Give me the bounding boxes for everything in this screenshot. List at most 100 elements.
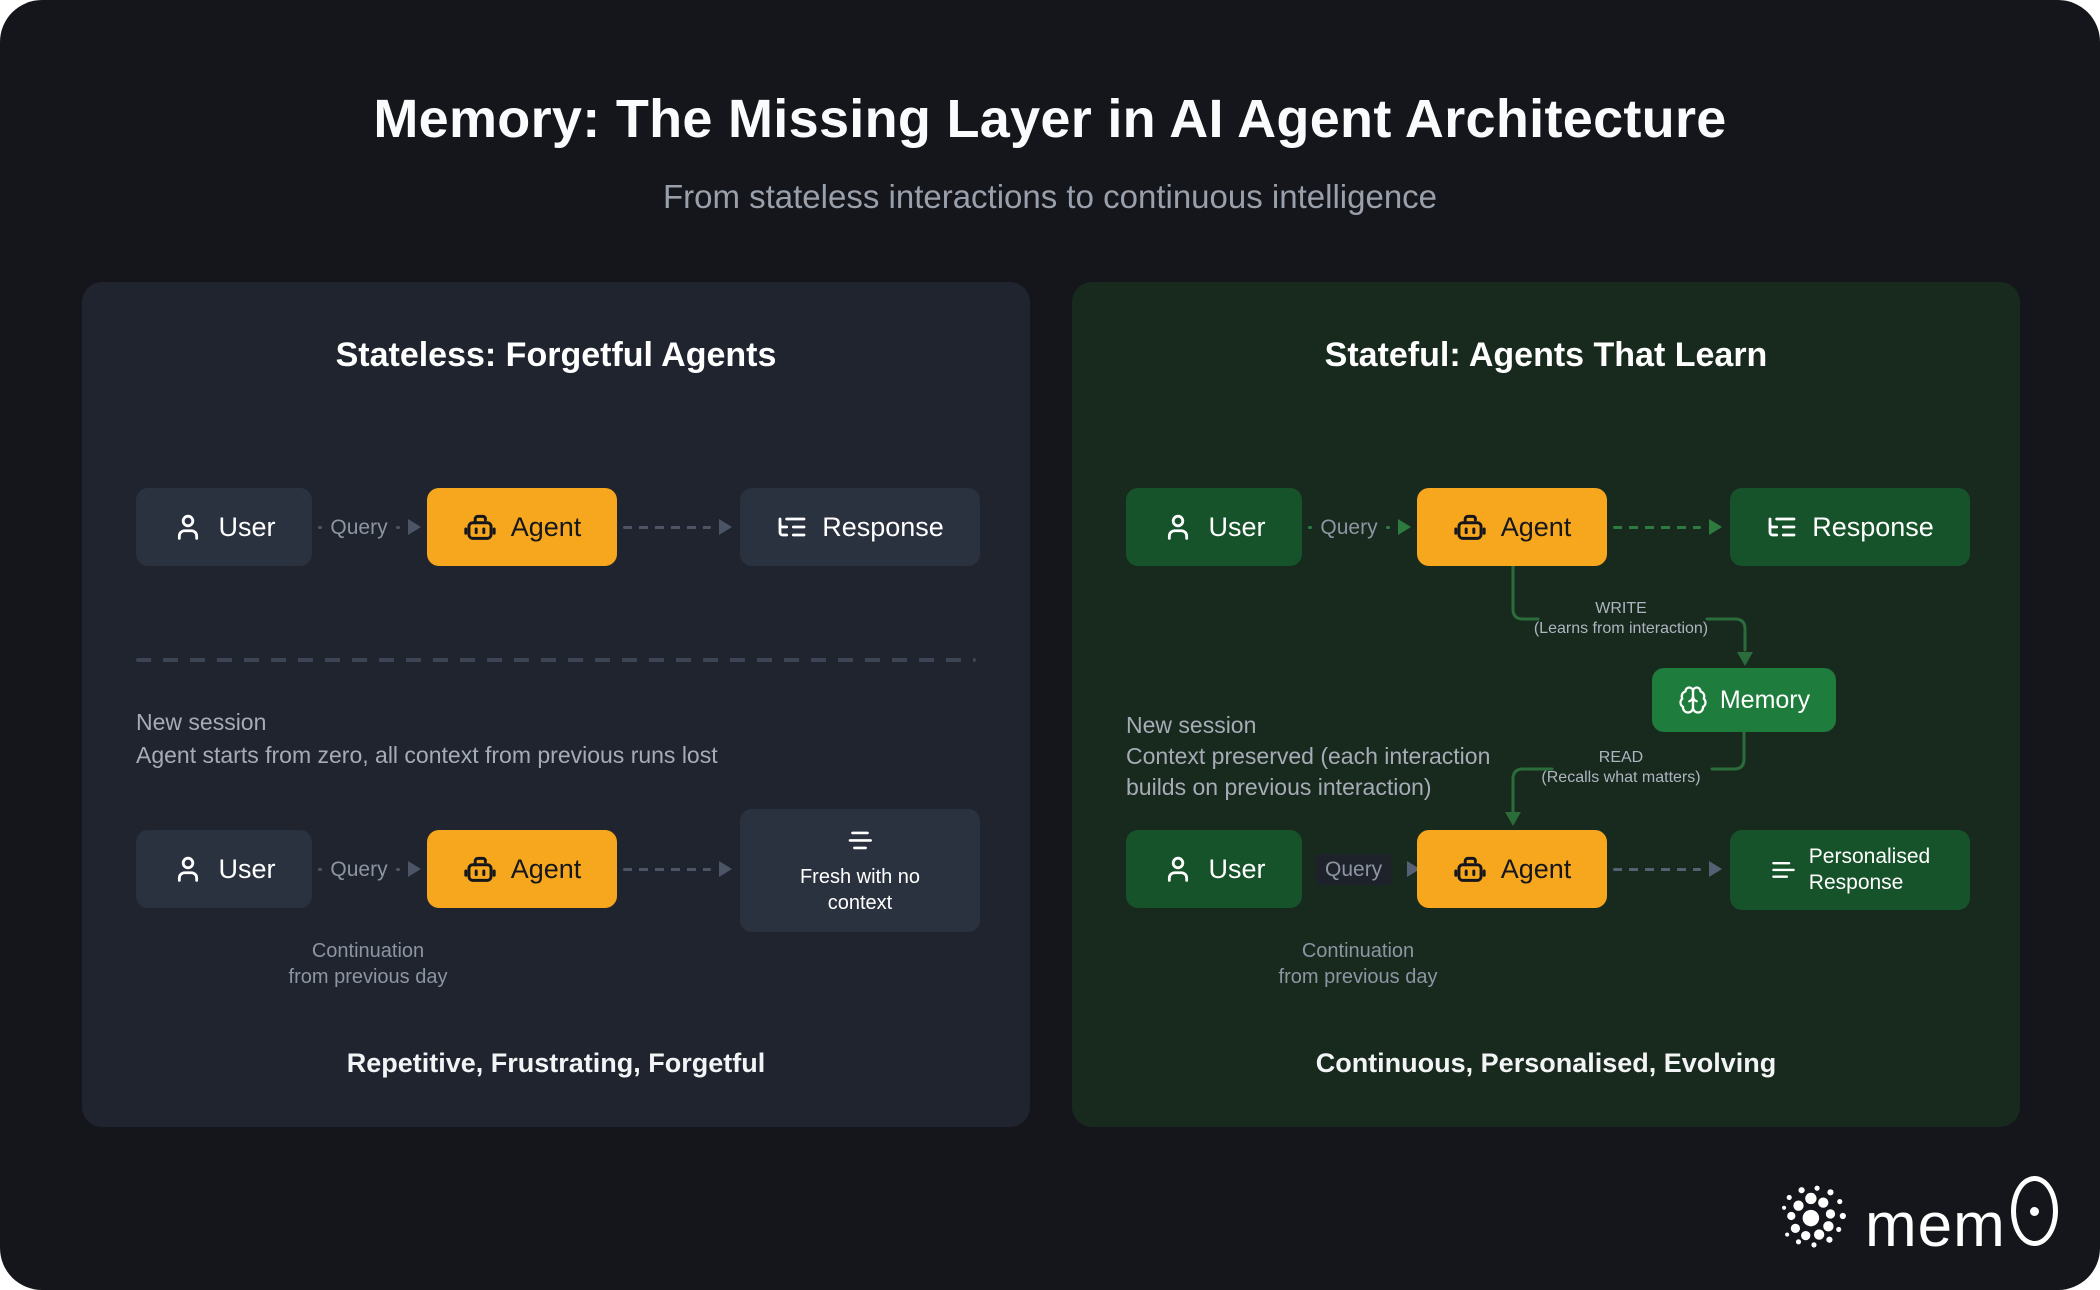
arrowhead-icon [408, 861, 421, 877]
agent-node: Agent [1417, 488, 1607, 566]
text-lines-icon [845, 826, 875, 856]
dashed-line [1613, 526, 1701, 529]
user-label: User [1208, 512, 1265, 543]
query-arrow: Query [1308, 857, 1411, 881]
note-line: New session [136, 706, 718, 739]
query-arrow: Query [1308, 515, 1411, 539]
dashed-line [1386, 526, 1390, 529]
fresh-context-node: Fresh with no context [740, 809, 980, 932]
robot-icon [463, 510, 497, 544]
dashed-line [1613, 868, 1701, 871]
agent-node: Agent [427, 488, 617, 566]
response-label: Response [822, 512, 944, 543]
read-annotation: READ (Recalls what matters) [1471, 748, 1771, 788]
continuation-line: Continuation [240, 938, 496, 964]
response-label: Response [1812, 512, 1934, 543]
write-annotation: WRITE (Learns from interaction) [1471, 599, 1771, 639]
continuation-note: Continuation from previous day [240, 938, 496, 990]
fresh-line: Fresh with no [800, 864, 920, 890]
personalised-line: Response [1809, 870, 1930, 896]
session-divider [136, 658, 976, 662]
agent-node: Agent [427, 830, 617, 908]
user-node: User [1126, 830, 1302, 908]
response-node: Response [1730, 488, 1970, 566]
arrowhead-icon [1709, 519, 1722, 535]
mem0-dots-icon [1782, 1183, 1848, 1249]
continuation-line: from previous day [240, 964, 496, 990]
infographic-canvas: Memory: The Missing Layer in AI Agent Ar… [0, 0, 2100, 1290]
dashed-line [1308, 526, 1312, 529]
user-icon [172, 853, 204, 885]
text-lines-icon [1770, 857, 1797, 884]
mem0-wordmark: mem [1865, 1176, 2058, 1256]
query-arrow: Query [318, 857, 421, 881]
user-node: User [136, 488, 312, 566]
read-sublabel: (Recalls what matters) [1471, 768, 1771, 788]
agent-label: Agent [511, 512, 582, 543]
query-label: Query [1320, 517, 1377, 538]
continuation-line: from previous day [1230, 964, 1486, 990]
arrowhead-icon [1398, 519, 1411, 535]
stateful-caption: Continuous, Personalised, Evolving [1072, 1048, 2020, 1079]
user-icon [1162, 853, 1194, 885]
brain-icon [1678, 685, 1708, 715]
memory-node: Memory [1652, 668, 1836, 732]
dashed-line [623, 526, 711, 529]
arrowhead-icon [719, 519, 732, 535]
new-session-note: New session Context preserved (each inte… [1126, 710, 1490, 803]
agent-label: Agent [1501, 854, 1572, 885]
dashed-line [318, 868, 322, 871]
dashed-line [623, 868, 711, 871]
agent-node: Agent [1417, 830, 1607, 908]
user-icon [172, 511, 204, 543]
list-tree-icon [1766, 511, 1798, 543]
stateful-panel: Stateful: Agents That Learn User Query [1072, 282, 2020, 1127]
mem0-zero-glyph [2011, 1176, 2058, 1246]
stateless-panel: Stateless: Forgetful Agents User Query A… [82, 282, 1030, 1127]
arrowhead-icon [408, 519, 421, 535]
page-title: Memory: The Missing Layer in AI Agent Ar… [0, 88, 2100, 150]
note-line: New session [1126, 710, 1490, 741]
personalised-response-label: Personalised Response [1809, 844, 1930, 896]
user-node: User [136, 830, 312, 908]
robot-icon [463, 852, 497, 886]
mem0-logo: mem [1782, 1176, 2058, 1256]
agent-label: Agent [511, 854, 582, 885]
page-subtitle: From stateless interactions to continuou… [0, 178, 2100, 216]
fresh-context-label: Fresh with no context [800, 864, 920, 916]
arrowhead-icon [1709, 861, 1722, 877]
user-node: User [1126, 488, 1302, 566]
personalised-line: Personalised [1809, 844, 1930, 870]
user-icon [1162, 511, 1194, 543]
flow-arrow [1613, 857, 1722, 881]
continuation-note: Continuation from previous day [1230, 938, 1486, 990]
note-line: builds on previous interaction) [1126, 772, 1490, 803]
flow-arrow [623, 857, 732, 881]
flow-arrow [623, 515, 732, 539]
stateless-panel-title: Stateless: Forgetful Agents [82, 336, 1030, 375]
agent-label: Agent [1501, 512, 1572, 543]
query-label: Query [1316, 854, 1391, 885]
query-arrow: Query [318, 515, 421, 539]
write-label: WRITE [1471, 599, 1771, 619]
user-label: User [218, 854, 275, 885]
arrowhead-icon [1505, 812, 1521, 826]
read-label: READ [1471, 748, 1771, 768]
stateless-caption: Repetitive, Frustrating, Forgetful [82, 1048, 1030, 1079]
note-line: Context preserved (each interaction [1126, 741, 1490, 772]
flow-arrow [1613, 515, 1722, 539]
stateful-panel-title: Stateful: Agents That Learn [1072, 336, 2020, 375]
arrowhead-icon [1737, 652, 1753, 666]
arrowhead-icon [719, 861, 732, 877]
dashed-line [318, 526, 322, 529]
query-label: Query [330, 859, 387, 880]
robot-icon [1453, 852, 1487, 886]
user-label: User [1208, 854, 1265, 885]
query-label: Query [330, 517, 387, 538]
personalised-response-node: Personalised Response [1730, 830, 1970, 910]
note-line: Agent starts from zero, all context from… [136, 739, 718, 772]
dashed-line [396, 868, 400, 871]
continuation-line: Continuation [1230, 938, 1486, 964]
mem0-text: mem [1865, 1197, 2006, 1256]
write-sublabel: (Learns from interaction) [1471, 619, 1771, 639]
